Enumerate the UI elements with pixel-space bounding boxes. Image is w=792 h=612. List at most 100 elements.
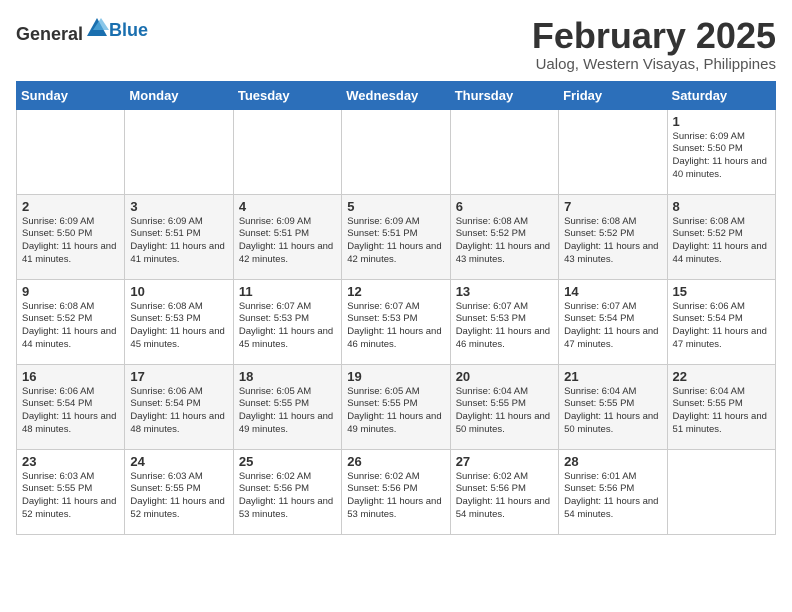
calendar-cell: 22Sunrise: 6:04 AM Sunset: 5:55 PM Dayli… bbox=[667, 364, 775, 449]
calendar-cell bbox=[342, 109, 450, 194]
day-info: Sunrise: 6:09 AM Sunset: 5:51 PM Dayligh… bbox=[239, 216, 336, 267]
calendar-cell: 15 Sunrise: 6:06 AM Sunset: 5:54 PM Dayli… bbox=[667, 279, 775, 364]
calendar-cell: 17 Sunrise: 6:06 AM Sunset: 5:54 PM Dayli… bbox=[125, 364, 233, 449]
calendar-cell: 1 Sunrise: 6:09 AM Sunset: 5:50 PM Daylig… bbox=[667, 109, 775, 194]
calendar-cell: 2 Sunrise: 6:09 AM Sunset: 5:50 PM Daylig… bbox=[17, 194, 125, 279]
week-row-3: 16 Sunrise: 6:06 AM Sunset: 5:54 PM Dayli… bbox=[17, 364, 776, 449]
calendar-cell: 26 Sunrise: 6:02 AM Sunset: 5:56 PM Dayli… bbox=[342, 449, 450, 534]
calendar-cell bbox=[667, 449, 775, 534]
day-info: Sunrise: 6:05 AM Sunset: 5:55 PM Dayligh… bbox=[347, 386, 444, 437]
day-info: Sunrise: 6:09 AM Sunset: 5:51 PM Dayligh… bbox=[130, 216, 227, 267]
day-info: Sunrise: 6:08 AM Sunset: 5:52 PM Dayligh… bbox=[22, 301, 119, 352]
weekday-header-wednesday: Wednesday bbox=[342, 81, 450, 109]
day-number: 23 bbox=[22, 454, 119, 469]
calendar-cell: 12 Sunrise: 6:07 AM Sunset: 5:53 PM Dayli… bbox=[342, 279, 450, 364]
weekday-header-friday: Friday bbox=[559, 81, 667, 109]
day-number: 2 bbox=[22, 199, 119, 214]
day-info: Sunrise: 6:08 AM Sunset: 5:52 PM Dayligh… bbox=[673, 216, 770, 267]
location-title: Ualog, Western Visayas, Philippines bbox=[532, 56, 776, 73]
calendar-cell: 9 Sunrise: 6:08 AM Sunset: 5:52 PM Daylig… bbox=[17, 279, 125, 364]
day-number: 19 bbox=[347, 369, 444, 384]
calendar-cell: 11 Sunrise: 6:07 AM Sunset: 5:53 PM Dayli… bbox=[233, 279, 341, 364]
calendar-cell: 18Sunrise: 6:05 AM Sunset: 5:55 PM Dayli… bbox=[233, 364, 341, 449]
calendar-cell: 16 Sunrise: 6:06 AM Sunset: 5:54 PM Dayli… bbox=[17, 364, 125, 449]
day-number: 18 bbox=[239, 369, 336, 384]
day-number: 28 bbox=[564, 454, 661, 469]
calendar-cell: 6 Sunrise: 6:08 AM Sunset: 5:52 PM Daylig… bbox=[450, 194, 558, 279]
day-info: Sunrise: 6:08 AM Sunset: 5:52 PM Dayligh… bbox=[456, 216, 553, 267]
calendar-cell: 8Sunrise: 6:08 AM Sunset: 5:52 PM Daylig… bbox=[667, 194, 775, 279]
day-number: 10 bbox=[130, 284, 227, 299]
calendar-cell: 10 Sunrise: 6:08 AM Sunset: 5:53 PM Dayli… bbox=[125, 279, 233, 364]
calendar-cell: 25 Sunrise: 6:02 AM Sunset: 5:56 PM Dayli… bbox=[233, 449, 341, 534]
day-info: Sunrise: 6:07 AM Sunset: 5:53 PM Dayligh… bbox=[347, 301, 444, 352]
day-info: Sunrise: 6:06 AM Sunset: 5:54 PM Dayligh… bbox=[130, 386, 227, 437]
day-info: Sunrise: 6:08 AM Sunset: 5:53 PM Dayligh… bbox=[130, 301, 227, 352]
day-number: 14 bbox=[564, 284, 661, 299]
calendar-cell: 4 Sunrise: 6:09 AM Sunset: 5:51 PM Daylig… bbox=[233, 194, 341, 279]
day-number: 17 bbox=[130, 369, 227, 384]
day-number: 15 bbox=[673, 284, 770, 299]
weekday-header-thursday: Thursday bbox=[450, 81, 558, 109]
calendar-cell: 7Sunrise: 6:08 AM Sunset: 5:52 PM Daylig… bbox=[559, 194, 667, 279]
week-row-4: 23 Sunrise: 6:03 AM Sunset: 5:55 PM Dayli… bbox=[17, 449, 776, 534]
day-info: Sunrise: 6:02 AM Sunset: 5:56 PM Dayligh… bbox=[239, 471, 336, 522]
day-info: Sunrise: 6:07 AM Sunset: 5:53 PM Dayligh… bbox=[456, 301, 553, 352]
day-info: Sunrise: 6:07 AM Sunset: 5:53 PM Dayligh… bbox=[239, 301, 336, 352]
day-number: 16 bbox=[22, 369, 119, 384]
calendar-cell: 24Sunrise: 6:03 AM Sunset: 5:55 PM Dayli… bbox=[125, 449, 233, 534]
day-info: Sunrise: 6:09 AM Sunset: 5:50 PM Dayligh… bbox=[22, 216, 119, 267]
day-info: Sunrise: 6:04 AM Sunset: 5:55 PM Dayligh… bbox=[456, 386, 553, 437]
week-row-0: 1 Sunrise: 6:09 AM Sunset: 5:50 PM Daylig… bbox=[17, 109, 776, 194]
day-info: Sunrise: 6:06 AM Sunset: 5:54 PM Dayligh… bbox=[22, 386, 119, 437]
day-info: Sunrise: 6:03 AM Sunset: 5:55 PM Dayligh… bbox=[22, 471, 119, 522]
day-number: 26 bbox=[347, 454, 444, 469]
calendar-cell bbox=[125, 109, 233, 194]
title-area: February 2025 Ualog, Western Visayas, Ph… bbox=[532, 16, 776, 73]
day-number: 6 bbox=[456, 199, 553, 214]
day-number: 4 bbox=[239, 199, 336, 214]
week-row-2: 9 Sunrise: 6:08 AM Sunset: 5:52 PM Daylig… bbox=[17, 279, 776, 364]
calendar-cell: 3 Sunrise: 6:09 AM Sunset: 5:51 PM Daylig… bbox=[125, 194, 233, 279]
day-number: 12 bbox=[347, 284, 444, 299]
day-number: 9 bbox=[22, 284, 119, 299]
day-info: Sunrise: 6:02 AM Sunset: 5:56 PM Dayligh… bbox=[456, 471, 553, 522]
day-number: 1 bbox=[673, 114, 770, 129]
page-header: General Blue February 2025 Ualog, Wester… bbox=[16, 16, 776, 73]
day-info: Sunrise: 6:02 AM Sunset: 5:56 PM Dayligh… bbox=[347, 471, 444, 522]
logo-icon bbox=[85, 16, 109, 40]
day-info: Sunrise: 6:09 AM Sunset: 5:50 PM Dayligh… bbox=[673, 131, 770, 182]
calendar-cell bbox=[17, 109, 125, 194]
day-number: 20 bbox=[456, 369, 553, 384]
day-info: Sunrise: 6:01 AM Sunset: 5:56 PM Dayligh… bbox=[564, 471, 661, 522]
day-info: Sunrise: 6:06 AM Sunset: 5:54 PM Dayligh… bbox=[673, 301, 770, 352]
logo: General Blue bbox=[16, 16, 148, 45]
weekday-header-sunday: Sunday bbox=[17, 81, 125, 109]
calendar-cell: 28 Sunrise: 6:01 AM Sunset: 5:56 PM Dayli… bbox=[559, 449, 667, 534]
weekday-header-tuesday: Tuesday bbox=[233, 81, 341, 109]
calendar-cell: 13Sunrise: 6:07 AM Sunset: 5:53 PM Dayli… bbox=[450, 279, 558, 364]
weekday-header-saturday: Saturday bbox=[667, 81, 775, 109]
calendar-cell: 21Sunrise: 6:04 AM Sunset: 5:55 PM Dayli… bbox=[559, 364, 667, 449]
day-number: 25 bbox=[239, 454, 336, 469]
day-number: 5 bbox=[347, 199, 444, 214]
day-number: 21 bbox=[564, 369, 661, 384]
weekday-header-row: SundayMondayTuesdayWednesdayThursdayFrid… bbox=[17, 81, 776, 109]
weekday-header-monday: Monday bbox=[125, 81, 233, 109]
day-number: 11 bbox=[239, 284, 336, 299]
day-number: 7 bbox=[564, 199, 661, 214]
day-info: Sunrise: 6:09 AM Sunset: 5:51 PM Dayligh… bbox=[347, 216, 444, 267]
logo-blue: Blue bbox=[109, 20, 148, 40]
day-number: 22 bbox=[673, 369, 770, 384]
day-number: 27 bbox=[456, 454, 553, 469]
month-title: February 2025 bbox=[532, 16, 776, 56]
calendar-cell bbox=[450, 109, 558, 194]
calendar-cell: 27 Sunrise: 6:02 AM Sunset: 5:56 PM Dayli… bbox=[450, 449, 558, 534]
calendar-table: SundayMondayTuesdayWednesdayThursdayFrid… bbox=[16, 81, 776, 535]
day-info: Sunrise: 6:03 AM Sunset: 5:55 PM Dayligh… bbox=[130, 471, 227, 522]
calendar-cell: 20 Sunrise: 6:04 AM Sunset: 5:55 PM Dayli… bbox=[450, 364, 558, 449]
day-number: 3 bbox=[130, 199, 227, 214]
calendar-cell bbox=[233, 109, 341, 194]
calendar-cell: 5 Sunrise: 6:09 AM Sunset: 5:51 PM Daylig… bbox=[342, 194, 450, 279]
week-row-1: 2 Sunrise: 6:09 AM Sunset: 5:50 PM Daylig… bbox=[17, 194, 776, 279]
